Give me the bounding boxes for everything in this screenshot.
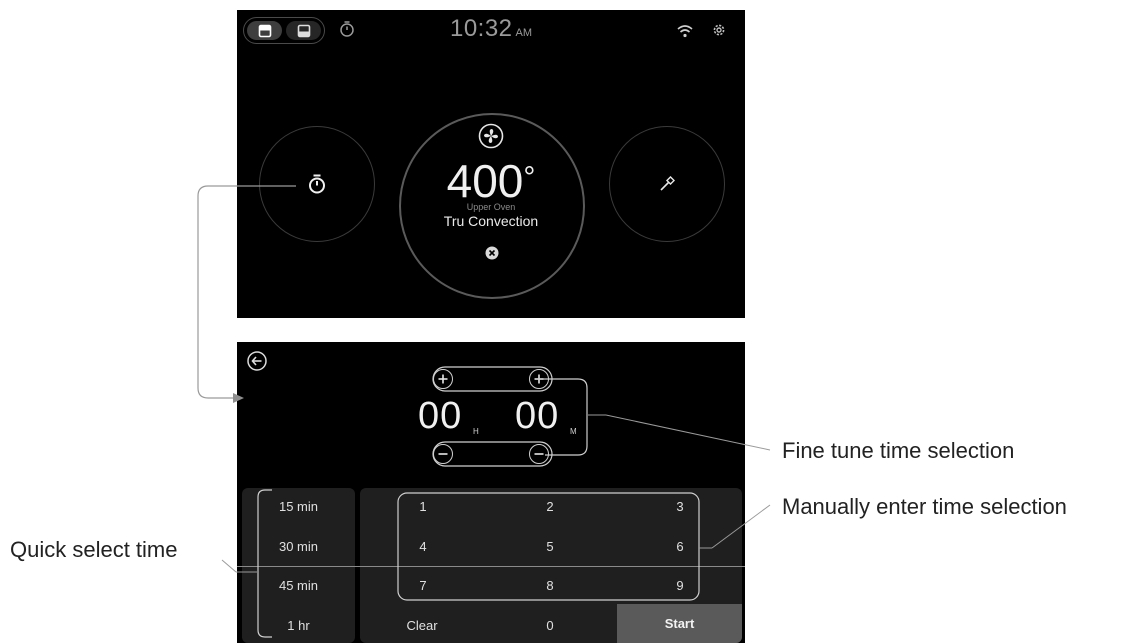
timer-flow-connector [197, 185, 296, 399]
increase-controls-bracket [432, 366, 553, 392]
quick-select-leader-a [221, 559, 237, 573]
quick-select-callout: Quick select time [10, 537, 178, 562]
fine-tune-leader-b [605, 414, 771, 451]
manual-entry-callout: Manually enter time selection [782, 494, 1067, 519]
quick-select-bracket [257, 489, 272, 638]
decrease-controls-bracket [432, 441, 553, 467]
manual-leader-b [711, 504, 771, 549]
arrow-head-icon [233, 393, 244, 403]
fine-tune-callout: Fine tune time selection [782, 438, 1015, 463]
keypad-bracket [397, 492, 700, 601]
